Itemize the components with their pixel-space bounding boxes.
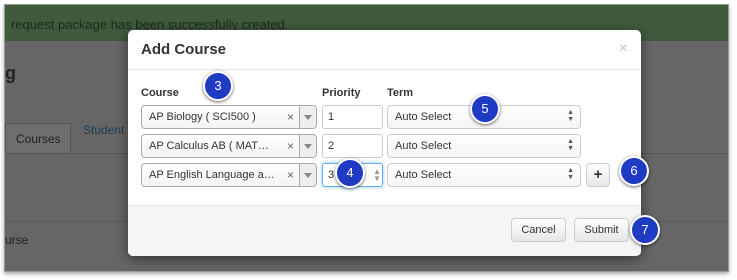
dropdown-toggle[interactable]	[299, 164, 316, 186]
course-select-value: AP English Language a…	[149, 169, 275, 181]
clear-icon[interactable]: ×	[287, 168, 294, 182]
tab-courses[interactable]: Courses	[5, 123, 71, 154]
course-select-1[interactable]: AP Biology ( SCI500 ) ×	[141, 105, 317, 129]
screenshot-frame: request package has been successfully cr…	[4, 4, 729, 272]
callout-badge-6: 6	[619, 156, 649, 186]
course-select-2[interactable]: AP Calculus AB ( MAT… ×	[141, 134, 317, 158]
number-spinner-icon[interactable]: ▲ ▼	[373, 168, 381, 183]
background-course-column: urse	[5, 233, 29, 247]
tab-student[interactable]: Student	[83, 123, 124, 137]
dropdown-toggle[interactable]	[299, 135, 316, 157]
course-select-value: AP Calculus AB ( MAT…	[149, 140, 270, 152]
callout-badge-4: 4	[335, 158, 365, 188]
updown-icon: ▲ ▼	[567, 167, 574, 181]
add-course-modal: Add Course × Course Priority Term AP Bio…	[128, 30, 641, 256]
add-row-button[interactable]: +	[586, 163, 610, 187]
callout-badge-5: 5	[470, 94, 500, 124]
background-page-title: g	[5, 63, 16, 83]
callout-badge-7: 7	[630, 215, 660, 245]
dropdown-toggle[interactable]	[299, 106, 316, 128]
chevron-down-icon	[304, 144, 312, 149]
term-select-3[interactable]: Auto Select ▲ ▼	[387, 163, 581, 187]
course-select-value: AP Biology ( SCI500 )	[149, 111, 256, 123]
term-select-value: Auto Select	[395, 140, 452, 152]
chevron-down-icon	[304, 173, 312, 178]
term-select-2[interactable]: Auto Select ▲ ▼	[387, 134, 581, 158]
course-select-3[interactable]: AP English Language a… ×	[141, 163, 317, 187]
close-icon[interactable]: ×	[619, 41, 628, 57]
term-select-value: Auto Select	[395, 169, 452, 181]
priority-column-label: Priority	[322, 87, 361, 99]
cancel-button[interactable]: Cancel	[511, 218, 566, 242]
course-column-label: Course	[141, 87, 179, 99]
clear-icon[interactable]: ×	[287, 110, 294, 124]
updown-icon: ▲ ▼	[567, 109, 574, 123]
priority-input-1[interactable]	[322, 105, 383, 129]
clear-icon[interactable]: ×	[287, 139, 294, 153]
term-column-label: Term	[387, 87, 414, 99]
submit-button[interactable]: Submit	[574, 218, 629, 242]
callout-badge-3: 3	[203, 71, 233, 101]
term-select-value: Auto Select	[395, 111, 452, 123]
chevron-down-icon	[304, 115, 312, 120]
modal-title: Add Course	[141, 41, 227, 58]
modal-header: Add Course ×	[128, 30, 641, 70]
priority-input-2[interactable]	[322, 134, 383, 158]
updown-icon: ▲ ▼	[567, 138, 574, 152]
